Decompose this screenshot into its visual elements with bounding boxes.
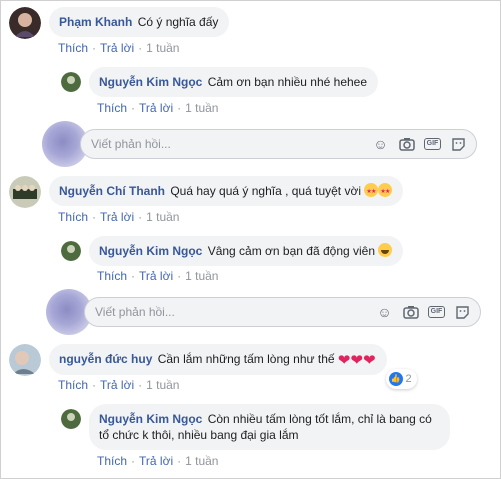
comment-author[interactable]: Nguyễn Chí Thanh — [59, 184, 165, 198]
reply-comment: Nguyễn Kim Ngọc Còn nhiều tấm lòng tốt l… — [61, 404, 450, 450]
emoji-icon[interactable]: ☺ — [375, 303, 394, 322]
heart-icon: ❤ — [337, 352, 351, 369]
reply-composer: Viết phản hồi... ☺ GIF — [42, 121, 477, 167]
heart-icon: ❤ — [363, 352, 376, 369]
comment: Phạm Khanh Có ý nghĩa đấy — [9, 7, 230, 39]
comment-author[interactable]: nguyễn đức huy — [59, 352, 152, 366]
comment-actions: Thích · Trả lời · 1 tuần — [58, 210, 180, 224]
avatar[interactable] — [9, 176, 41, 208]
comment-author[interactable]: Phạm Khanh — [59, 15, 132, 29]
timestamp[interactable]: 1 tuần — [185, 101, 218, 115]
comment-actions: Thích · Trả lời · 1 tuần — [97, 101, 219, 115]
comment-author[interactable]: Nguyễn Kim Ngọc — [99, 244, 202, 258]
reply-link[interactable]: Trả lời — [100, 378, 134, 392]
reply-link[interactable]: Trả lời — [100, 210, 134, 224]
reply-input[interactable]: Viết phản hồi... ☺ GIF — [80, 129, 477, 159]
comment-actions: Thích · Trả lời · 1 tuần — [58, 41, 180, 55]
comment-text: Cảm ơn bạn nhiều nhé hehee — [207, 75, 368, 89]
comment-actions: Thích · Trả lời · 1 tuần — [58, 378, 180, 392]
comment: Nguyễn Chí Thanh Quá hay quá ý nghĩa , q… — [9, 176, 404, 208]
reply-input[interactable]: Viết phản hồi... ☺ GIF — [84, 297, 481, 327]
star-struck-icon — [364, 183, 379, 200]
comment-bubble: nguyễn đức huy Cần lắm những tấm lòng nh… — [49, 344, 417, 389]
comment-text: Có ý nghĩa đấy — [137, 15, 219, 29]
avatar[interactable] — [9, 344, 41, 376]
reply-placeholder[interactable]: Viết phản hồi... — [95, 305, 375, 319]
timestamp[interactable]: 1 tuần — [146, 41, 179, 55]
comment-bubble: Nguyễn Chí Thanh Quá hay quá ý nghĩa , q… — [49, 176, 404, 206]
timestamp[interactable]: 1 tuần — [185, 454, 218, 468]
reply-comment: Nguyễn Kim Ngọc Cảm ơn bạn nhiều nhé heh… — [61, 67, 379, 97]
reply-comment: Nguyễn Kim Ngọc Vâng cảm ơn bạn đã động … — [61, 236, 404, 266]
timestamp[interactable]: 1 tuần — [146, 210, 179, 224]
comment-author[interactable]: Nguyễn Kim Ngọc — [99, 412, 202, 426]
heart-icon: ❤ — [350, 352, 364, 369]
timestamp[interactable]: 1 tuần — [185, 269, 218, 283]
comment-bubble: Nguyễn Kim Ngọc Cảm ơn bạn nhiều nhé heh… — [89, 67, 379, 97]
thumbs-up-icon: 👍 — [388, 372, 403, 386]
comment-text: Cần lắm những tấm lòng như thế — [157, 352, 335, 366]
comment-text: Quá hay quá ý nghĩa , quá tuyệt vời — [170, 184, 362, 198]
reaction-count: 2 — [405, 373, 412, 385]
camera-icon[interactable] — [397, 135, 416, 154]
sticker-icon[interactable] — [453, 303, 472, 322]
reaction-badge[interactable]: 👍 2 — [385, 369, 417, 389]
comment-bubble: Phạm Khanh Có ý nghĩa đấy — [49, 7, 230, 37]
grinning-face-icon — [378, 243, 393, 257]
comment-bubble: Nguyễn Kim Ngọc Vâng cảm ơn bạn đã động … — [89, 236, 404, 266]
like-link[interactable]: Thích — [97, 454, 127, 468]
gif-icon[interactable]: GIF — [427, 303, 446, 322]
camera-icon[interactable] — [401, 303, 420, 322]
like-link[interactable]: Thích — [97, 101, 127, 115]
avatar[interactable] — [61, 72, 81, 92]
emoji-icon[interactable]: ☺ — [371, 135, 390, 154]
reply-composer: Viết phản hồi... ☺ GIF — [46, 289, 481, 335]
comment-text: Vâng cảm ơn bạn đã động viên — [207, 244, 376, 258]
avatar[interactable] — [61, 409, 81, 429]
avatar[interactable] — [9, 7, 41, 39]
comment-bubble: Nguyễn Kim Ngọc Còn nhiều tấm lòng tốt l… — [89, 404, 450, 450]
like-link[interactable]: Thích — [58, 210, 88, 224]
like-link[interactable]: Thích — [58, 378, 88, 392]
comment: nguyễn đức huy Cần lắm những tấm lòng nh… — [9, 344, 417, 389]
like-link[interactable]: Thích — [97, 269, 127, 283]
reply-placeholder[interactable]: Viết phản hồi... — [91, 137, 371, 151]
reply-link[interactable]: Trả lời — [100, 41, 134, 55]
star-struck-icon — [378, 183, 393, 200]
comment-actions: Thích · Trả lời · 1 tuần — [97, 269, 219, 283]
reply-link[interactable]: Trả lời — [139, 269, 173, 283]
reply-link[interactable]: Trả lời — [139, 454, 173, 468]
reply-link[interactable]: Trả lời — [139, 101, 173, 115]
like-link[interactable]: Thích — [58, 41, 88, 55]
comment-author[interactable]: Nguyễn Kim Ngọc — [99, 75, 202, 89]
timestamp[interactable]: 1 tuần — [146, 378, 179, 392]
sticker-icon[interactable] — [449, 135, 468, 154]
gif-icon[interactable]: GIF — [423, 135, 442, 154]
comment-actions: Thích · Trả lời · 1 tuần — [97, 454, 219, 468]
avatar[interactable] — [61, 241, 81, 261]
